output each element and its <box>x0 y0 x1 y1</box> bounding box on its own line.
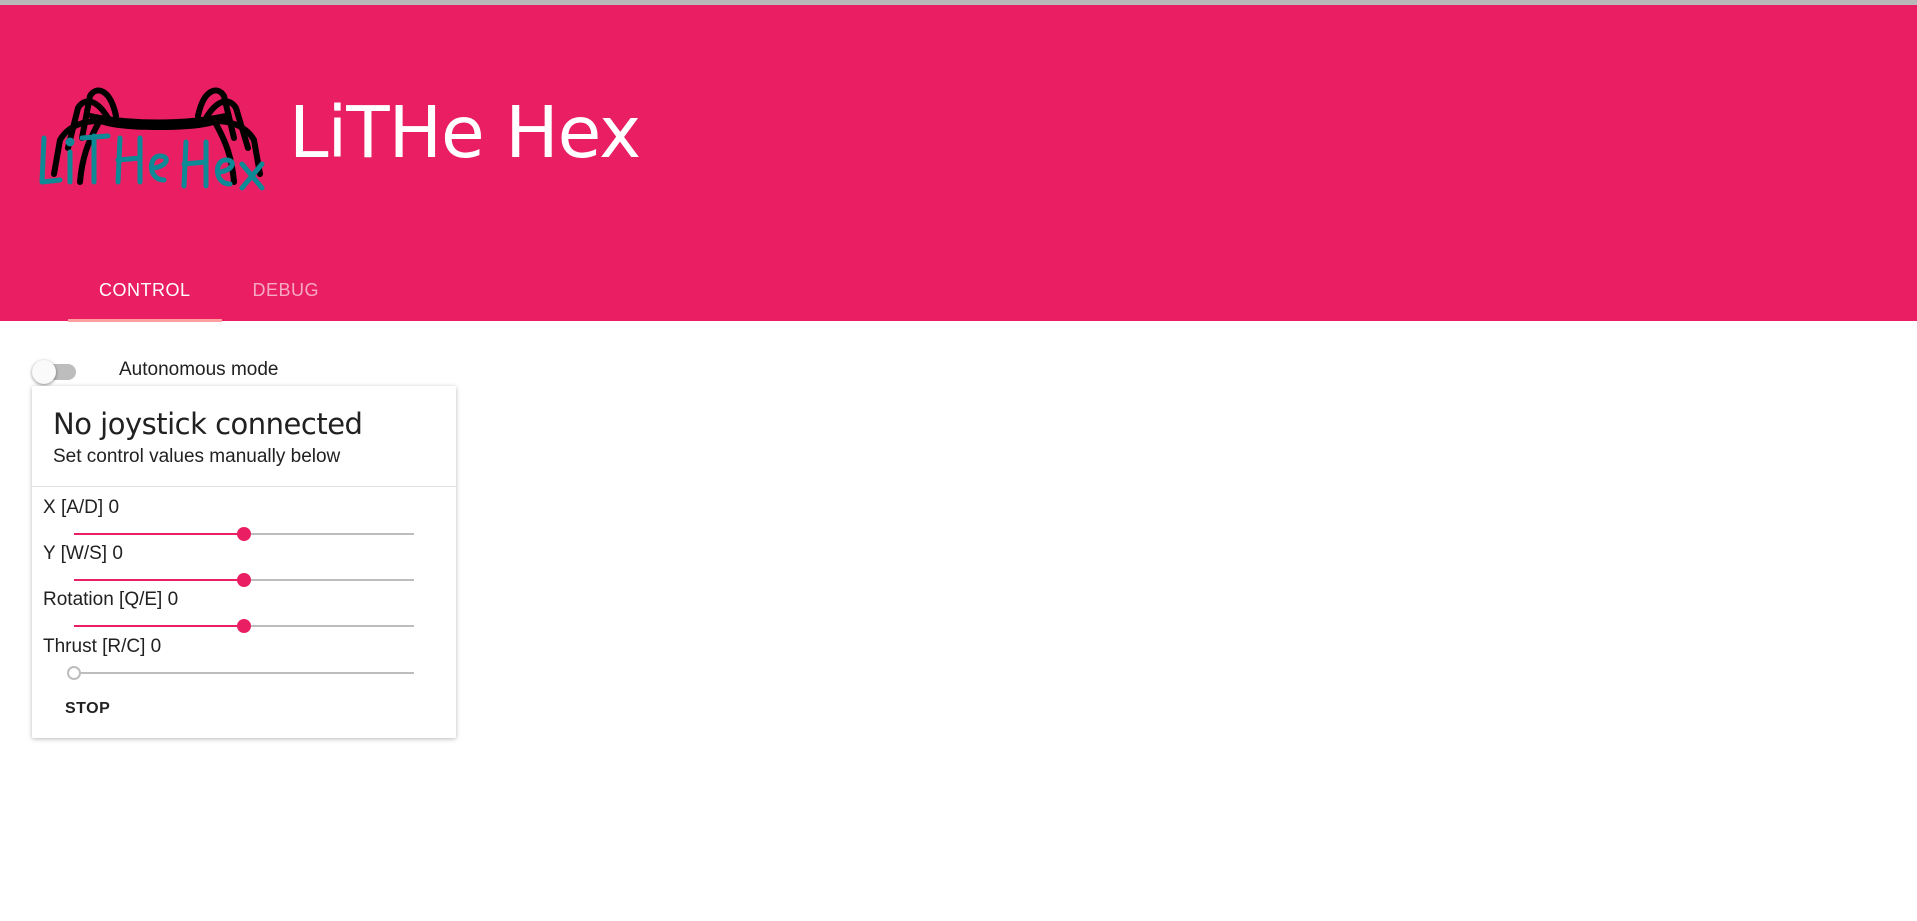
app-title: LiTHe Hex <box>289 91 641 174</box>
slider-thumb[interactable] <box>67 666 81 680</box>
spider-logo-icon <box>39 87 265 191</box>
tab-debug[interactable]: DEBUG <box>222 259 351 321</box>
slider-track <box>74 672 414 674</box>
slider-fill <box>74 533 244 535</box>
tab-control[interactable]: CONTROL <box>68 259 222 322</box>
slider-fill <box>74 579 244 581</box>
x-control-label: X [A/D] 0 <box>43 497 120 518</box>
autonomous-mode-row: Autonomous mode <box>30 356 279 384</box>
thrust-control-label: Thrust [R/C] 0 <box>43 636 162 657</box>
card-subtitle: Set control values manually below <box>53 446 341 467</box>
joystick-card: No joystick connected Set control values… <box>32 386 456 738</box>
rotation-control-label: Rotation [Q/E] 0 <box>43 589 179 610</box>
tab-bar: CONTROL DEBUG <box>68 259 351 322</box>
thrust-slider[interactable] <box>67 662 414 684</box>
card-title: No joystick connected <box>53 407 363 441</box>
y-slider[interactable] <box>74 569 414 591</box>
slider-thumb[interactable] <box>237 527 251 541</box>
stop-button[interactable]: STOP <box>55 691 120 727</box>
slider-thumb[interactable] <box>237 619 251 633</box>
y-control-label: Y [W/S] 0 <box>43 543 123 564</box>
x-slider[interactable] <box>74 523 414 545</box>
app-header: LiTHe Hex CONTROL DEBUG <box>0 5 1917 322</box>
slider-fill <box>74 625 244 627</box>
autonomous-mode-label: Autonomous mode <box>119 359 279 380</box>
rotation-slider[interactable] <box>74 615 414 637</box>
slider-thumb[interactable] <box>237 573 251 587</box>
card-header: No joystick connected Set control values… <box>32 386 456 487</box>
autonomous-mode-toggle[interactable] <box>30 356 78 384</box>
toggle-thumb <box>32 360 56 384</box>
